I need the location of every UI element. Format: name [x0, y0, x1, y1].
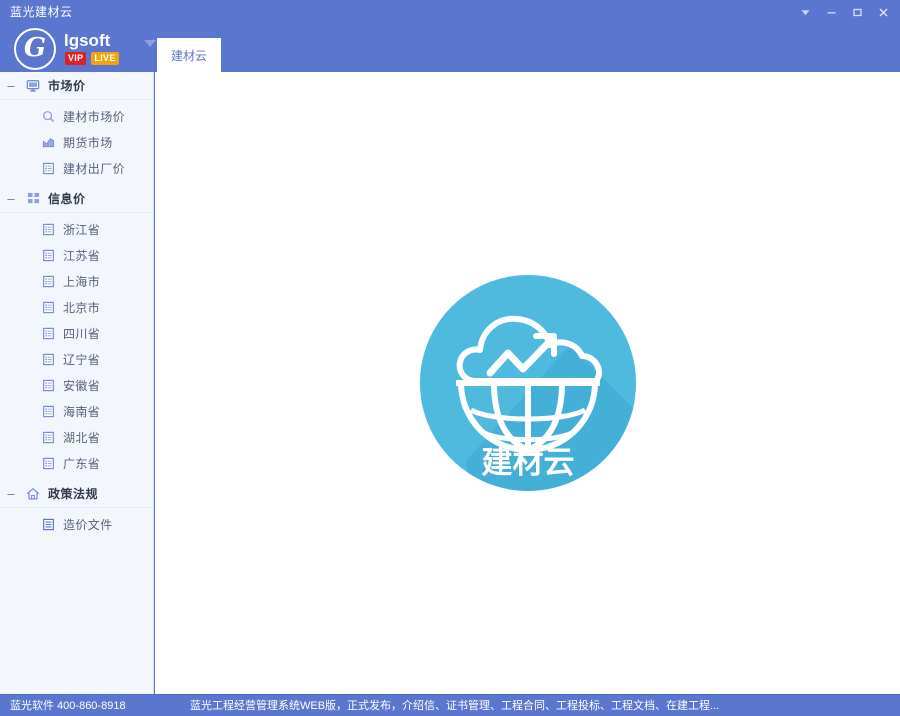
- sidebar-item-label: 建材出厂价: [63, 161, 126, 176]
- logo-letter: G: [23, 33, 47, 63]
- tab-strip: 建材云: [157, 38, 222, 72]
- sidebar-item-jiangsu[interactable]: 江苏省: [0, 242, 153, 268]
- sidebar-item-qihuo-shichang[interactable]: 期货市场: [0, 129, 153, 155]
- document-icon: [42, 518, 60, 531]
- sidebar-item-hainan[interactable]: 海南省: [0, 398, 153, 424]
- maximize-button[interactable]: [844, 1, 870, 23]
- sidebar-item-hubei[interactable]: 湖北省: [0, 424, 153, 450]
- search-icon: [42, 110, 60, 123]
- list-icon: [42, 301, 60, 314]
- jiancaiyun-logo-graphic: 建材云: [419, 275, 636, 491]
- sidebar-item-label: 江苏省: [63, 248, 101, 263]
- grid-icon: [22, 192, 44, 205]
- logo-caption: 建材云: [481, 445, 574, 480]
- list-icon: [42, 249, 60, 262]
- sidebar-item-label: 上海市: [63, 274, 101, 289]
- menu-chevron-button[interactable]: [792, 1, 818, 23]
- maximize-icon: [852, 8, 862, 16]
- sidebar-item-label: 建材市场价: [63, 109, 126, 124]
- sidebar-item-label: 辽宁省: [63, 352, 101, 367]
- window-controls: [792, 0, 896, 24]
- list-icon: [42, 431, 60, 444]
- home-icon: [22, 487, 44, 501]
- title-bar: 蓝光建材云: [0, 0, 900, 24]
- collapse-toggle-icon[interactable]: –: [0, 192, 22, 205]
- sidebar-item-shanghai[interactable]: 上海市: [0, 268, 153, 294]
- sidebar-group-header-information-price[interactable]: – 信息价: [0, 185, 153, 213]
- support-contact: 蓝光软件 400-860-8918: [10, 700, 126, 712]
- chevron-down-icon: [801, 9, 809, 15]
- close-icon: [879, 8, 887, 16]
- list-icon: [42, 379, 60, 392]
- tab-jiancaiyun[interactable]: 建材云: [157, 38, 222, 72]
- sidebar-item-jiancai-chuchangjia[interactable]: 建材出厂价: [0, 155, 153, 181]
- sidebar-item-label: 广东省: [63, 456, 101, 471]
- brand-name: lgsoft: [64, 31, 111, 50]
- chart-icon: [42, 136, 60, 149]
- application-window: 蓝光建材云 G lgsoft VIP LIVE 建材云 – 市场价 建材市场价 …: [0, 0, 900, 716]
- sidebar-item-guangdong[interactable]: 广东省: [0, 450, 153, 476]
- sidebar-group-title: 信息价: [48, 192, 86, 206]
- monitor-icon: [22, 79, 44, 93]
- sidebar-item-label: 期货市场: [63, 135, 113, 150]
- status-bar: 蓝光软件 400-860-8918 蓝光工程经营管理系统WEB版，正式发布，介绍…: [0, 694, 900, 716]
- brand-block[interactable]: G lgsoft VIP LIVE: [14, 26, 156, 72]
- sidebar-group-header-market-price[interactable]: – 市场价: [0, 72, 153, 100]
- sidebar-group-items-market-price: 建材市场价 期货市场 建材出厂价: [0, 100, 153, 185]
- sidebar-item-label: 造价文件: [63, 517, 113, 532]
- minimize-button[interactable]: [818, 1, 844, 23]
- vip-badge: VIP: [65, 52, 87, 65]
- sidebar-item-label: 浙江省: [63, 222, 101, 237]
- sidebar: – 市场价 建材市场价 期货市场 建材出厂价 – 信息价 浙江省 江苏省 上海市…: [0, 72, 154, 694]
- sidebar-group-title: 政策法规: [48, 487, 99, 501]
- sidebar-item-label: 湖北省: [63, 430, 101, 445]
- sidebar-item-label: 安徽省: [63, 378, 101, 393]
- main-content: 建材云: [155, 72, 900, 694]
- list-icon: [42, 275, 60, 288]
- window-title: 蓝光建材云: [10, 5, 73, 19]
- brand-dropdown-caret-icon[interactable]: [144, 40, 156, 47]
- sidebar-group-title: 市场价: [48, 79, 86, 93]
- list-icon: [42, 457, 60, 470]
- sidebar-item-beijing[interactable]: 北京市: [0, 294, 153, 320]
- list-icon: [42, 327, 60, 340]
- sidebar-group-header-policy-regulations[interactable]: – 政策法规: [0, 480, 153, 508]
- lgsoft-logo-icon: G: [14, 28, 56, 70]
- brand-badges: VIP LIVE: [65, 52, 119, 65]
- sidebar-item-liaoning[interactable]: 辽宁省: [0, 346, 153, 372]
- sidebar-item-zhejiang[interactable]: 浙江省: [0, 216, 153, 242]
- list-icon: [42, 353, 60, 366]
- sidebar-item-jiancai-shichangjia[interactable]: 建材市场价: [0, 103, 153, 129]
- sidebar-item-zaojia-wenjian[interactable]: 造价文件: [0, 511, 153, 537]
- collapse-toggle-icon[interactable]: –: [0, 79, 22, 92]
- sidebar-item-label: 海南省: [63, 404, 101, 419]
- close-button[interactable]: [870, 1, 896, 23]
- collapse-toggle-icon[interactable]: –: [0, 487, 22, 500]
- jiancaiyun-logo: 建材云: [418, 273, 638, 493]
- sidebar-group-items-policy-regulations: 造价文件: [0, 508, 153, 541]
- list-icon: [42, 405, 60, 418]
- sidebar-item-anhui[interactable]: 安徽省: [0, 372, 153, 398]
- minimize-icon: [827, 11, 835, 13]
- list-icon: [42, 223, 60, 236]
- sidebar-item-sichuan[interactable]: 四川省: [0, 320, 153, 346]
- live-badge: LIVE: [91, 52, 119, 65]
- announcement-marquee: 蓝光工程经营管理系统WEB版，正式发布，介绍信、证书管理、工程合同、工程投标、工…: [190, 698, 890, 714]
- announcement-text: 蓝光工程经营管理系统WEB版，正式发布，介绍信、证书管理、工程合同、工程投标、工…: [190, 700, 720, 712]
- sidebar-item-label: 北京市: [63, 300, 101, 315]
- sidebar-group-items-information-price: 浙江省 江苏省 上海市 北京市 四川省 辽宁省 安徽省 海南省 湖北省 广东省: [0, 213, 153, 480]
- sidebar-item-label: 四川省: [63, 326, 101, 341]
- list-icon: [42, 162, 60, 175]
